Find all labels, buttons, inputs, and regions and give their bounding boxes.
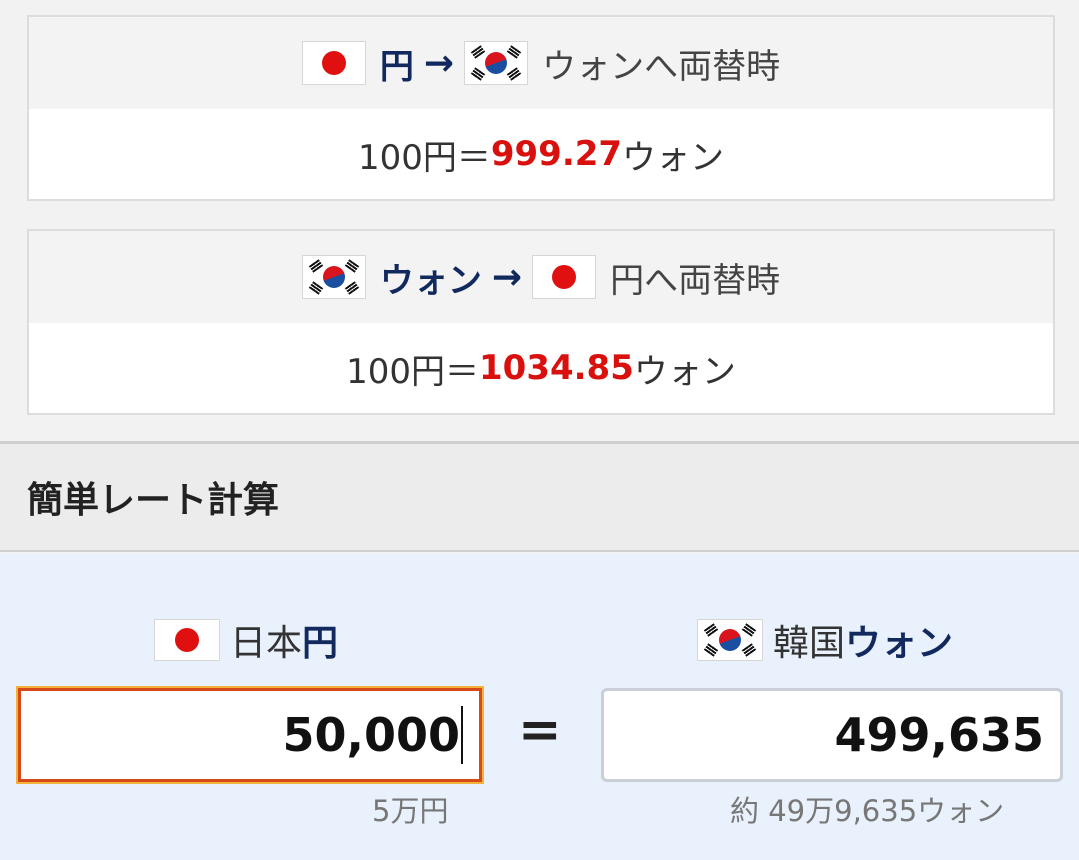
rate-unit: ウォン (622, 137, 725, 178)
won-amount-field[interactable]: 499,635 (601, 688, 1063, 782)
rate-unit: ウォン (633, 351, 736, 392)
japan-flag-icon (154, 619, 220, 661)
to-currency-label: 円へ両替時 (610, 260, 781, 301)
rate-prefix: 100円＝ (357, 137, 491, 178)
rate-card-won-to-yen: ウォン → 円へ両替時 100円＝ 1034.85 ウォン (27, 229, 1055, 415)
rate-prefix: 100円＝ (346, 351, 480, 392)
yen-amount-input[interactable]: 50,000 (18, 688, 482, 782)
japan-flag-icon (301, 41, 366, 85)
text-cursor (461, 706, 463, 764)
from-currency-label: ウォン (379, 260, 482, 301)
arrow-right-icon: → (423, 42, 455, 84)
rate-card-header: 円 → ウォンへ両替時 (29, 17, 1053, 109)
rate-card-value-row: 100円＝ 999.27 ウォン (29, 109, 1053, 199)
left-currency-label: 日本円 (154, 614, 338, 666)
left-currency-name: 円 (302, 623, 339, 664)
left-country-name: 日本 (230, 623, 303, 664)
right-country-name: 韓国 (773, 623, 846, 664)
from-currency-label: 円 (379, 46, 414, 87)
rate-card-yen-to-won: 円 → ウォンへ両替時 100円＝ 999.27 ウォン (27, 15, 1055, 201)
rate-value: 999.27 (490, 134, 623, 174)
yen-amount-value: 50,000 (282, 708, 460, 762)
rate-calculator: 日本円 韓国 ウォン 50,000 = 499,635 5万円 約 49万9,63… (0, 554, 1079, 860)
arrow-right-icon: → (491, 256, 523, 298)
rate-value: 1034.85 (479, 348, 634, 388)
won-amount-value: 499,635 (834, 708, 1044, 762)
calculator-title: 簡単レート計算 (0, 444, 1079, 552)
rate-card-value-row: 100円＝ 1034.85 ウォン (29, 323, 1053, 413)
won-amount-reading: 約 49万9,635ウォン (730, 794, 1005, 828)
korea-flag-icon (301, 255, 366, 299)
korea-flag-icon (464, 41, 529, 85)
equals-sign: = (518, 700, 562, 760)
right-currency-name: ウォン (845, 623, 954, 664)
rate-card-header: ウォン → 円へ両替時 (29, 231, 1053, 323)
yen-amount-reading: 5万円 (372, 794, 449, 828)
right-currency-label: 韓国 ウォン (697, 614, 953, 666)
korea-flag-icon (697, 619, 763, 661)
to-currency-label: ウォンへ両替時 (542, 46, 781, 87)
japan-flag-icon (532, 255, 597, 299)
